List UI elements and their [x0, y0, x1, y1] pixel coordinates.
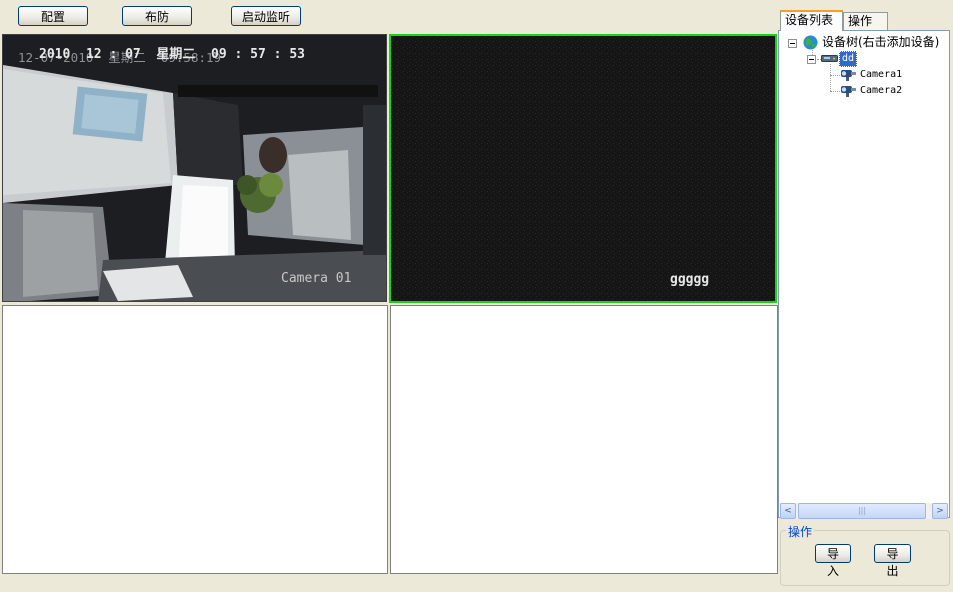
- import-button[interactable]: 导入: [815, 544, 851, 578]
- tab-operation[interactable]: 操作: [843, 12, 888, 30]
- device-tree[interactable]: 设备树(右击添加设备) dd Camera1 Camera2: [778, 30, 950, 518]
- camera-feed-image: [3, 35, 386, 301]
- scroll-left-button[interactable]: <: [780, 503, 796, 519]
- video-cell-1[interactable]: 12-07-2010 星期二 09:58:19 2010 12 : 07 星期二…: [2, 34, 387, 302]
- globe-icon: [803, 35, 818, 50]
- dvr-device-icon: [821, 55, 838, 62]
- video-cell-3[interactable]: [2, 305, 388, 574]
- tab-device-list[interactable]: 设备列表: [780, 10, 843, 31]
- tree-line: [830, 91, 840, 92]
- video-cell-2[interactable]: ggggg: [389, 34, 777, 303]
- tree-horizontal-scrollbar[interactable]: < ||| >: [780, 503, 948, 519]
- osd-camera-name: Camera 01: [281, 271, 352, 286]
- tree-camera1-label[interactable]: Camera1: [860, 67, 902, 83]
- camera-icon: [841, 86, 856, 97]
- arm-button[interactable]: 布防: [122, 6, 192, 26]
- scroll-right-button[interactable]: >: [932, 503, 948, 519]
- start-monitor-button[interactable]: 启动监听: [231, 6, 301, 26]
- operation-group-title: 操作: [786, 523, 815, 540]
- osd-camera-name-2: ggggg: [670, 272, 710, 287]
- tree-device-label[interactable]: dd: [839, 51, 858, 67]
- osd-datetime: 2010 12 : 07 星期二 09 : 57 : 53: [39, 47, 305, 62]
- tree-root-label[interactable]: 设备树(右击添加设备): [822, 34, 939, 50]
- video-cell-4[interactable]: [390, 305, 778, 574]
- camera-icon: [841, 70, 856, 81]
- tree-line: [830, 64, 831, 91]
- export-button[interactable]: 导出: [874, 544, 911, 578]
- config-button[interactable]: 配置: [18, 6, 88, 26]
- tree-line: [830, 75, 840, 76]
- collapse-root-icon[interactable]: [788, 39, 797, 48]
- collapse-device-icon[interactable]: [807, 55, 816, 64]
- tree-camera2-label[interactable]: Camera2: [860, 83, 902, 99]
- noise-feed-image: [391, 36, 775, 301]
- scrollbar-thumb[interactable]: |||: [798, 503, 926, 519]
